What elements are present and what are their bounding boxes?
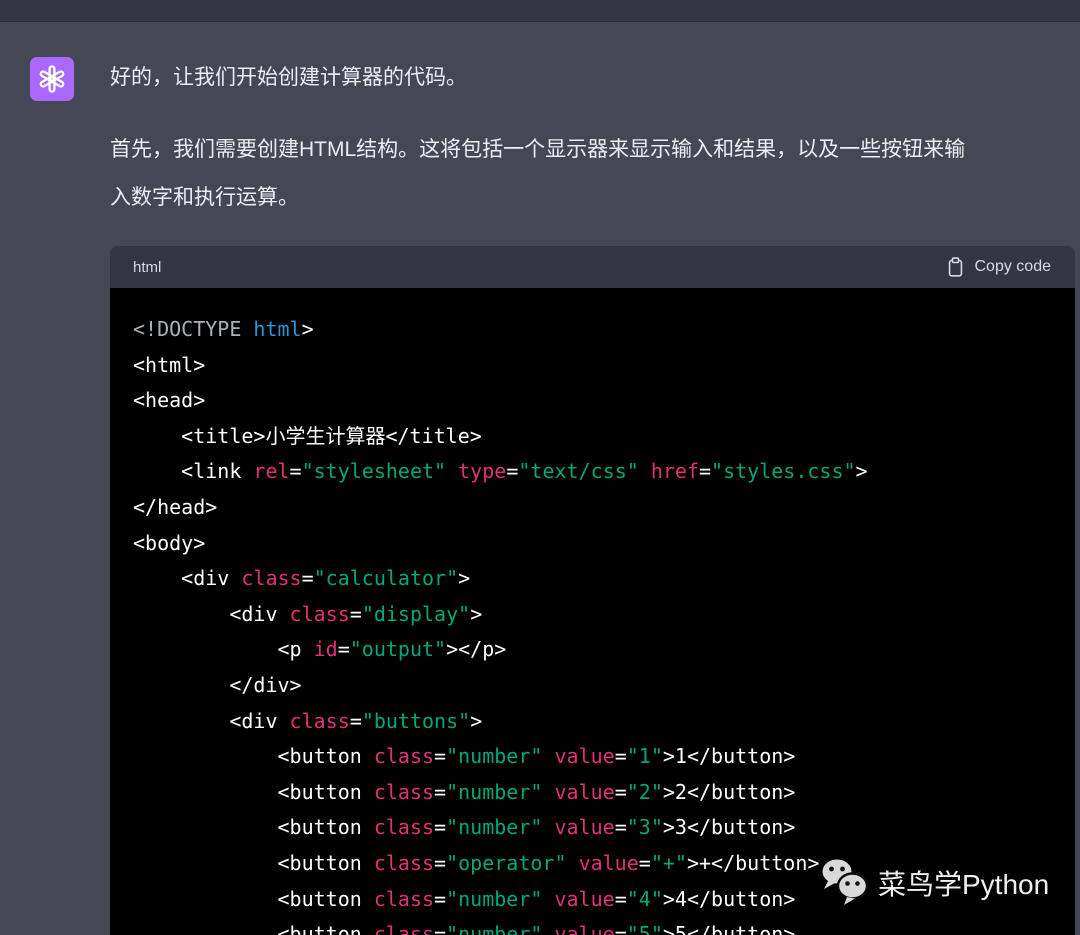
code-line: <button class="number" value="5">5</butt… — [133, 917, 1051, 935]
assistant-message-row: 好的，让我们开始创建计算器的代码。 首先，我们需要创建HTML结构。这将包括一个… — [0, 22, 1080, 935]
code-line: <title>小学生计算器</title> — [133, 419, 1051, 455]
code-line: <p id="output"></p> — [133, 632, 1051, 668]
code-line: <!DOCTYPE html> — [133, 312, 1051, 348]
code-line: <body> — [133, 526, 1051, 562]
code-content: <!DOCTYPE html><html><head> <title>小学生计算… — [110, 288, 1075, 935]
clipboard-icon — [946, 256, 965, 279]
code-line: <button class="number" value="3">3</butt… — [133, 810, 1051, 846]
code-line: <html> — [133, 348, 1051, 384]
chat-screen: 好的，让我们开始创建计算器的代码。 首先，我们需要创建HTML结构。这将包括一个… — [0, 0, 1080, 935]
copy-code-label: Copy code — [975, 258, 1052, 276]
code-block: html Copy code <!DOCTYPE html><html><hea… — [110, 246, 1075, 935]
code-block-header: html Copy code — [110, 246, 1075, 288]
code-line: <div class="display"> — [133, 597, 1051, 633]
code-language-label: html — [133, 259, 161, 276]
code-line: <button class="number" value="4">4</butt… — [133, 882, 1051, 918]
code-line: </head> — [133, 490, 1051, 526]
copy-code-button[interactable]: Copy code — [946, 256, 1052, 279]
code-line: <div class="calculator"> — [133, 561, 1051, 597]
code-line: <head> — [133, 383, 1051, 419]
message-paragraph-1: 好的，让我们开始创建计算器的代码。 — [110, 54, 1075, 102]
assistant-message-content: 好的，让我们开始创建计算器的代码。 首先，我们需要创建HTML结构。这将包括一个… — [110, 54, 1075, 935]
code-line: <link rel="stylesheet" type="text/css" h… — [133, 454, 1051, 490]
code-line: <button class="operator" value="+">+</bu… — [133, 846, 1051, 882]
paragraph-2-line-2: 入数字和执行运算。 — [110, 174, 1075, 222]
chatgpt-avatar — [30, 57, 74, 101]
message-paragraph-2: 首先，我们需要创建HTML结构。这将包括一个显示器来显示输入和结果，以及一些按钮… — [110, 126, 1075, 222]
code-line: </div> — [133, 668, 1051, 704]
code-line: <div class="buttons"> — [133, 704, 1051, 740]
paragraph-2-line-1: 首先，我们需要创建HTML结构。这将包括一个显示器来显示输入和结果，以及一些按钮… — [110, 126, 1075, 174]
top-bar — [0, 0, 1080, 22]
openai-logo-icon — [37, 64, 67, 94]
code-line: <button class="number" value="2">2</butt… — [133, 775, 1051, 811]
code-line: <button class="number" value="1">1</butt… — [133, 739, 1051, 775]
